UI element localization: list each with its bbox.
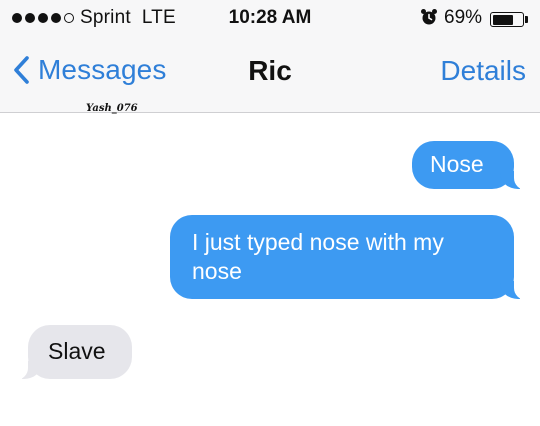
received-message-bubble[interactable]: Slave: [14, 325, 132, 380]
sent-message-bubble[interactable]: I just typed nose with my nose: [170, 215, 528, 300]
battery-nub: [525, 16, 528, 23]
message-text: I just typed nose with my nose: [192, 229, 444, 284]
message-text: Slave: [48, 338, 106, 364]
battery-percent: 69%: [444, 7, 483, 28]
header: Sprint LTE 10:28 AM 69% Messages Ric Det…: [0, 0, 540, 113]
messages-screen: Sprint LTE 10:28 AM 69% Messages Ric Det…: [0, 0, 540, 426]
message-text: Nose: [430, 151, 484, 177]
sent-message-bubble[interactable]: Nose: [412, 141, 528, 190]
details-button[interactable]: Details: [440, 55, 526, 87]
watermark: Yash_076: [86, 103, 138, 114]
battery-fill: [492, 14, 513, 25]
alarm-clock-icon: [421, 9, 437, 25]
status-bar: Sprint LTE 10:28 AM 69%: [0, 0, 540, 40]
navigation-bar: Messages Ric Details: [0, 40, 540, 112]
battery-icon: [490, 12, 524, 27]
